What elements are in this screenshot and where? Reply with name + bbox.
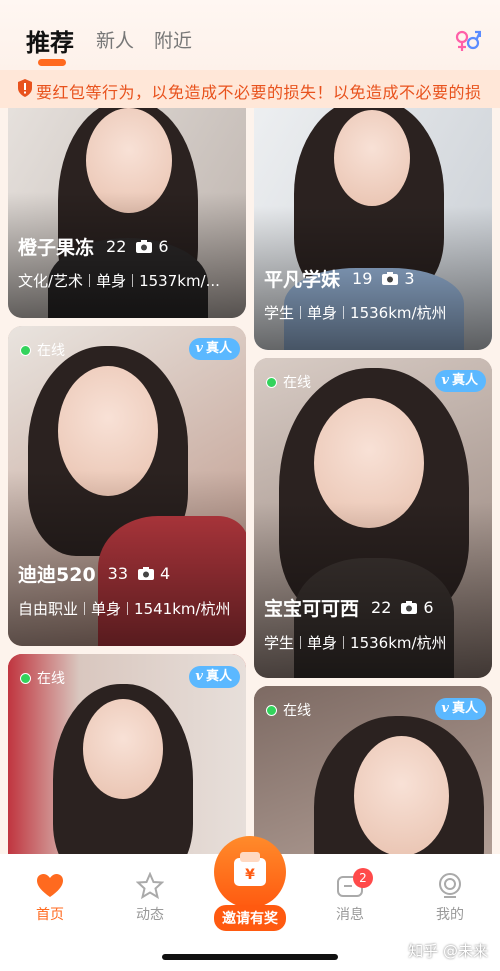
profile-info: 学生 单身 1536km/杭州 — [264, 632, 447, 653]
camera-icon — [136, 240, 153, 253]
bottom-nav-bar: 首页 动态 ¥ 邀请有奖 消息 2 我的 知乎 @未来 — [0, 836, 500, 971]
verified-badge: v 真人 — [189, 666, 240, 688]
profile-age: 19 — [352, 269, 373, 288]
profile-info: 自由职业 单身 1541km/杭州 — [18, 598, 231, 619]
wallet-icon: ¥ — [234, 852, 266, 886]
invite-label: 邀请有奖 — [214, 905, 286, 931]
profile-name: 橙子果冻 — [18, 237, 95, 259]
profile-name-row: 平凡学妹 19 3 — [264, 265, 415, 292]
profile-card[interactable]: 在线 v 真人 迪迪520 33 4 自由职业 单身 1541km/杭州 — [8, 326, 246, 646]
home-indicator — [162, 954, 338, 960]
profile-card[interactable]: 在线 v 真人 宝宝可可西 22 6 学生 单身 1536km/杭州 — [254, 358, 492, 678]
verified-badge: v 真人 — [435, 698, 486, 720]
profile-card[interactable]: 橙子果冻 22 6 文化/艺术 单身 1537km/... — [8, 108, 246, 318]
invite-button[interactable]: ¥ 邀请有奖 — [207, 836, 293, 931]
nav-home-label: 首页 — [36, 907, 64, 923]
nav-me[interactable]: 我的 — [420, 872, 480, 924]
invite-circle: ¥ — [214, 836, 286, 908]
photo-count: 6 — [423, 598, 434, 617]
profile-age: 33 — [107, 564, 129, 583]
distance-location: 1541km/杭州 — [134, 600, 231, 618]
camera-icon — [382, 272, 399, 285]
nav-home[interactable]: 首页 — [20, 872, 80, 924]
profile-name-row: 橙子果冻 22 6 — [18, 233, 169, 260]
photo-count: 3 — [404, 269, 415, 288]
occupation: 文化/艺术 — [18, 272, 84, 290]
svg-text:¥: ¥ — [245, 867, 255, 883]
active-tab-indicator — [38, 59, 66, 66]
tab-nearby[interactable]: 附近 — [154, 26, 192, 53]
relationship-status: 单身 — [307, 634, 338, 652]
online-status: 在线 — [20, 668, 65, 688]
profile-name: 平凡学妹 — [264, 269, 341, 291]
heart-icon — [37, 874, 63, 897]
distance-location: 1537km/... — [139, 272, 220, 290]
top-tab-bar: 推荐 新人 附近 — [0, 0, 500, 70]
relationship-status: 单身 — [307, 304, 338, 322]
watermark: 知乎 @未来 — [408, 942, 488, 960]
safety-notice-banner: 要红包等行为，以免造成不必要的损失！以免造成不必要的损 — [0, 70, 500, 108]
profile-card[interactable]: 在线 v 真人 — [254, 686, 492, 854]
nav-messages-label: 消息 — [336, 907, 364, 923]
profile-age: 22 — [371, 598, 392, 617]
photo-count: 6 — [158, 237, 169, 256]
profile-icon — [439, 873, 461, 898]
nav-moments[interactable]: 动态 — [120, 872, 180, 924]
profile-name: 宝宝可可西 — [264, 598, 360, 620]
profile-name-row: 迪迪520 33 4 — [18, 560, 170, 587]
tab-newcomers[interactable]: 新人 — [96, 26, 134, 53]
tab-recommend[interactable]: 推荐 — [26, 23, 74, 58]
camera-icon — [401, 601, 418, 614]
star-icon — [136, 872, 164, 900]
distance-location: 1536km/杭州 — [350, 634, 447, 652]
profile-feed[interactable]: 橙子果冻 22 6 文化/艺术 单身 1537km/... 平凡学妹 19 3 学生… — [0, 108, 500, 854]
nav-me-label: 我的 — [436, 907, 464, 923]
profile-name: 迪迪520 — [18, 564, 96, 586]
unread-badge: 2 — [353, 868, 373, 888]
online-status: 在线 — [266, 372, 311, 392]
distance-location: 1536km/杭州 — [350, 304, 447, 322]
verified-badge: v 真人 — [435, 370, 486, 392]
occupation: 自由职业 — [18, 600, 79, 618]
photo-count: 4 — [160, 564, 171, 583]
profile-info: 学生 单身 1536km/杭州 — [264, 302, 447, 323]
profile-card[interactable]: 在线 v 真人 — [8, 654, 246, 854]
warning-icon — [18, 79, 32, 97]
nav-moments-label: 动态 — [136, 907, 164, 923]
camera-icon — [138, 567, 155, 580]
online-status: 在线 — [266, 700, 311, 720]
occupation: 学生 — [264, 304, 295, 322]
relationship-status: 单身 — [91, 600, 122, 618]
relationship-status: 单身 — [96, 272, 127, 290]
profile-info: 文化/艺术 单身 1537km/... — [18, 270, 220, 291]
notice-text: 要红包等行为，以免造成不必要的损失！以免造成不必要的损 — [36, 83, 482, 102]
profile-name-row: 宝宝可可西 22 6 — [264, 594, 434, 621]
occupation: 学生 — [264, 634, 295, 652]
profile-age: 22 — [106, 237, 127, 256]
online-status: 在线 — [20, 340, 65, 360]
profile-card[interactable]: 平凡学妹 19 3 学生 单身 1536km/杭州 — [254, 108, 492, 350]
verified-badge: v 真人 — [189, 338, 240, 360]
gender-filter-icon[interactable] — [455, 29, 481, 53]
